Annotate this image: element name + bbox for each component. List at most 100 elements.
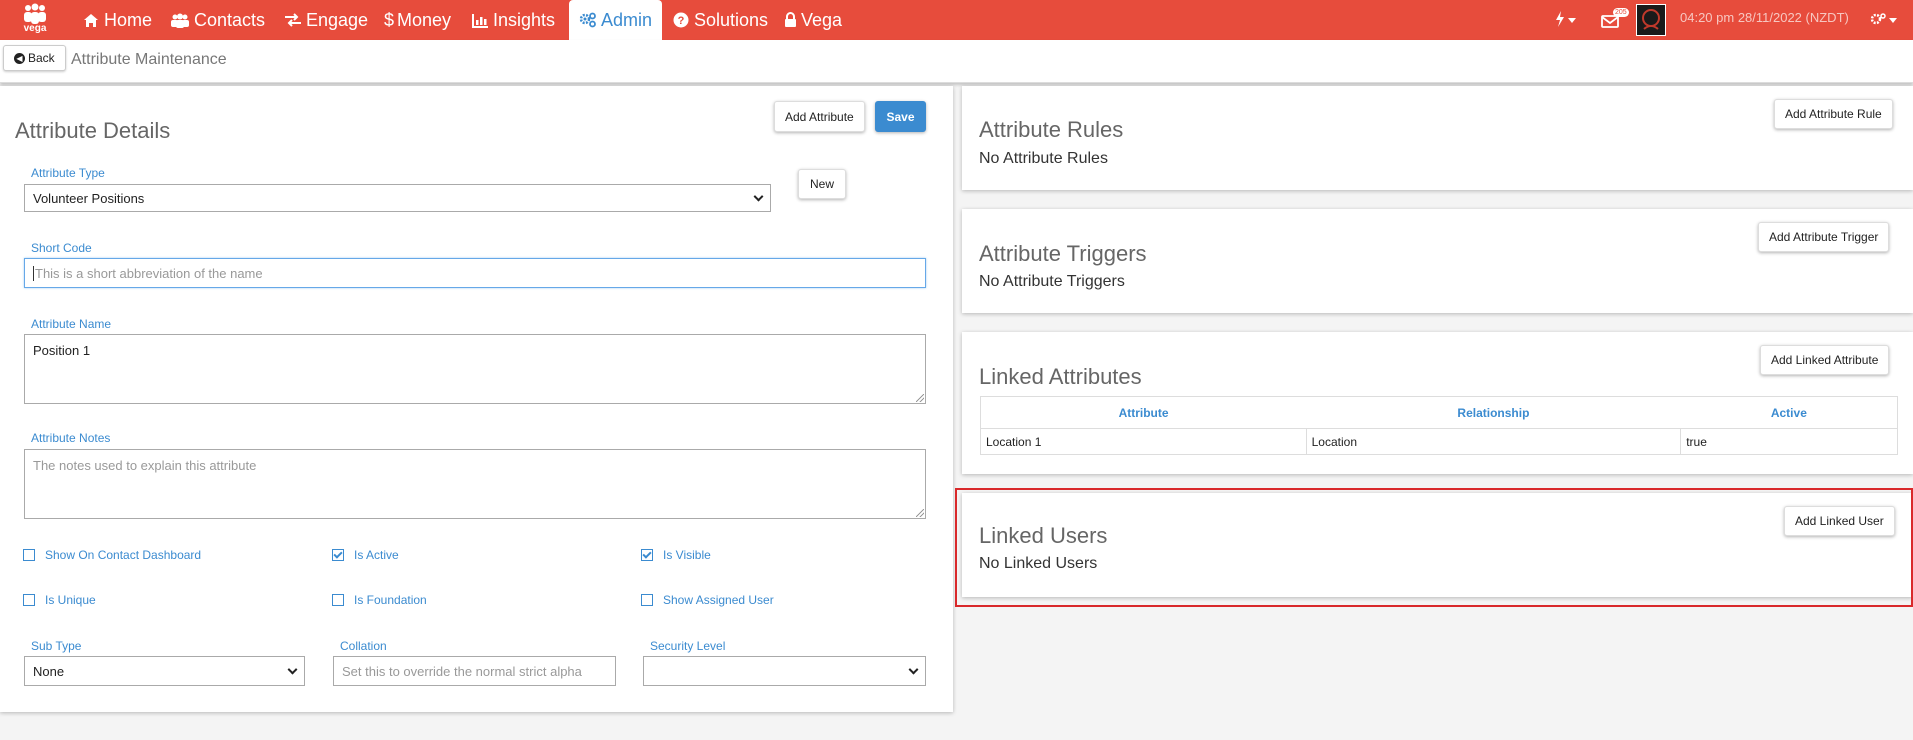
nav-vega-label: Vega bbox=[801, 9, 843, 30]
attribute-type-select[interactable]: Volunteer Positions bbox=[24, 184, 771, 212]
attribute-name-value: Position 1 bbox=[33, 343, 91, 358]
current-datetime: 04:20 pm 28/11/2022 (NZDT) bbox=[1680, 10, 1849, 25]
nav-vega[interactable]: Vega bbox=[784, 0, 842, 40]
attribute-notes-placeholder: The notes used to explain this attribute bbox=[33, 458, 257, 473]
selection-highlight bbox=[955, 488, 1913, 607]
is-visible-label: Is Visible bbox=[663, 548, 711, 562]
users-icon bbox=[170, 11, 190, 29]
show-assigned-user-label: Show Assigned User bbox=[663, 593, 774, 607]
nav-admin[interactable]: Admin bbox=[569, 0, 663, 40]
nav-engage[interactable]: Engage bbox=[284, 0, 368, 40]
checkbox-checked-icon bbox=[641, 549, 653, 561]
lock-icon bbox=[784, 11, 797, 29]
table-header-row: Attribute Relationship Active bbox=[981, 397, 1898, 429]
attribute-details-title: Attribute Details bbox=[15, 118, 171, 143]
avatar-image-icon bbox=[1642, 9, 1660, 30]
is-unique-checkbox[interactable]: Is Unique bbox=[23, 593, 96, 607]
collation-placeholder: Set this to override the normal strict a… bbox=[342, 663, 582, 679]
attribute-details-panel: Attribute Details Add Attribute Save Att… bbox=[0, 86, 953, 712]
checkbox-unchecked-icon bbox=[23, 549, 35, 561]
back-button[interactable]: ◀ Back bbox=[3, 45, 66, 71]
add-attribute-rule-button[interactable]: Add Attribute Rule bbox=[1774, 99, 1893, 129]
is-foundation-label: Is Foundation bbox=[354, 593, 427, 607]
nav-insights[interactable]: Insights bbox=[471, 0, 555, 40]
nav-home[interactable]: Home bbox=[82, 0, 152, 40]
settings-menu[interactable] bbox=[1870, 0, 1897, 40]
linked-attributes-title: Linked Attributes bbox=[979, 364, 1142, 389]
user-avatar[interactable] bbox=[1636, 4, 1666, 36]
attribute-triggers-title: Attribute Triggers bbox=[979, 241, 1147, 266]
is-visible-checkbox[interactable]: Is Visible bbox=[641, 548, 711, 562]
nav-solutions-label: Solutions bbox=[694, 9, 769, 30]
new-attribute-type-button[interactable]: New bbox=[798, 169, 846, 199]
checkbox-unchecked-icon bbox=[23, 594, 35, 606]
sub-type-label: Sub Type bbox=[31, 639, 82, 653]
attribute-type-value: Volunteer Positions bbox=[33, 190, 145, 206]
home-icon bbox=[82, 11, 100, 29]
notifications-button[interactable]: 205 bbox=[1601, 0, 1629, 40]
resize-handle-icon[interactable] bbox=[916, 394, 924, 402]
quick-actions-menu[interactable] bbox=[1555, 0, 1576, 40]
back-button-label: Back bbox=[28, 51, 55, 65]
show-on-dashboard-label: Show On Contact Dashboard bbox=[45, 548, 202, 562]
attribute-rules-title: Attribute Rules bbox=[979, 117, 1124, 142]
short-code-placeholder: This is a short abbreviation of the name bbox=[35, 265, 263, 281]
caret-down-icon bbox=[1568, 17, 1576, 23]
attribute-name-textarea[interactable]: Position 1 bbox=[24, 334, 926, 404]
nav-money[interactable]: $ Money bbox=[384, 0, 451, 40]
chevron-down-icon bbox=[753, 191, 764, 202]
notification-count-badge: 205 bbox=[1613, 8, 1629, 17]
nav-admin-label: Admin bbox=[601, 9, 653, 30]
people-logo-icon bbox=[24, 3, 46, 24]
nav-contacts[interactable]: Contacts bbox=[170, 0, 265, 40]
linked-attributes-panel: Linked Attributes Add Linked Attribute A… bbox=[962, 332, 1913, 474]
vega-logo[interactable]: vega bbox=[18, 3, 52, 37]
collation-label: Collation bbox=[340, 639, 387, 653]
arrow-circle-left-icon: ◀ bbox=[14, 52, 25, 64]
table-row[interactable]: Location 1 Location true bbox=[980, 428, 1898, 455]
show-assigned-user-checkbox[interactable]: Show Assigned User bbox=[641, 593, 774, 607]
nav-money-label: Money bbox=[397, 9, 452, 30]
show-on-dashboard-checkbox[interactable]: Show On Contact Dashboard bbox=[23, 548, 201, 562]
envelope-icon: 205 bbox=[1601, 8, 1629, 30]
cell-relationship: Location bbox=[1306, 428, 1682, 455]
page-title: Attribute Maintenance bbox=[71, 51, 227, 68]
collation-input[interactable]: Set this to override the normal strict a… bbox=[333, 656, 616, 686]
text-cursor bbox=[33, 265, 34, 281]
nav-solutions[interactable]: ? Solutions bbox=[672, 0, 768, 40]
dollar-icon: $ bbox=[384, 9, 395, 30]
bolt-icon bbox=[1555, 10, 1565, 30]
save-button[interactable]: Save bbox=[875, 101, 926, 132]
sub-type-value: None bbox=[33, 663, 65, 679]
sub-type-select[interactable]: None bbox=[24, 656, 305, 686]
nav-home-label: Home bbox=[104, 9, 153, 30]
page-header: ◀ Back Attribute Maintenance bbox=[0, 40, 1913, 83]
column-header-relationship[interactable]: Relationship bbox=[1306, 397, 1681, 429]
attribute-type-label: Attribute Type bbox=[31, 166, 105, 180]
add-linked-attribute-button[interactable]: Add Linked Attribute bbox=[1760, 345, 1890, 375]
attribute-rules-panel: Attribute Rules No Attribute Rules Add A… bbox=[962, 86, 1913, 190]
bar-chart-icon bbox=[471, 11, 489, 29]
is-foundation-checkbox[interactable]: Is Foundation bbox=[332, 593, 427, 607]
checkbox-checked-icon bbox=[332, 549, 344, 561]
security-level-label: Security Level bbox=[650, 639, 726, 653]
attribute-rules-empty-text: No Attribute Rules bbox=[979, 150, 1108, 167]
checkbox-unchecked-icon bbox=[641, 594, 653, 606]
column-header-active[interactable]: Active bbox=[1681, 397, 1898, 429]
linked-attributes-table: Attribute Relationship Active Location 1… bbox=[980, 396, 1898, 455]
exchange-icon bbox=[284, 11, 302, 29]
is-active-label: Is Active bbox=[354, 548, 399, 562]
attribute-triggers-empty-text: No Attribute Triggers bbox=[979, 273, 1125, 290]
attribute-notes-textarea[interactable]: The notes used to explain this attribute bbox=[24, 449, 926, 519]
add-attribute-trigger-button[interactable]: Add Attribute Trigger bbox=[1758, 222, 1890, 252]
nav-contacts-label: Contacts bbox=[194, 9, 266, 30]
column-header-attribute[interactable]: Attribute bbox=[981, 397, 1307, 429]
is-active-checkbox[interactable]: Is Active bbox=[332, 548, 399, 562]
svg-text:?: ? bbox=[678, 15, 685, 27]
resize-handle-icon[interactable] bbox=[916, 509, 924, 517]
security-level-select[interactable] bbox=[643, 656, 926, 686]
nav-insights-label: Insights bbox=[493, 9, 556, 30]
short-code-input[interactable]: This is a short abbreviation of the name bbox=[24, 258, 926, 288]
cell-attribute: Location 1 bbox=[980, 428, 1307, 455]
add-attribute-button[interactable]: Add Attribute bbox=[774, 101, 865, 132]
